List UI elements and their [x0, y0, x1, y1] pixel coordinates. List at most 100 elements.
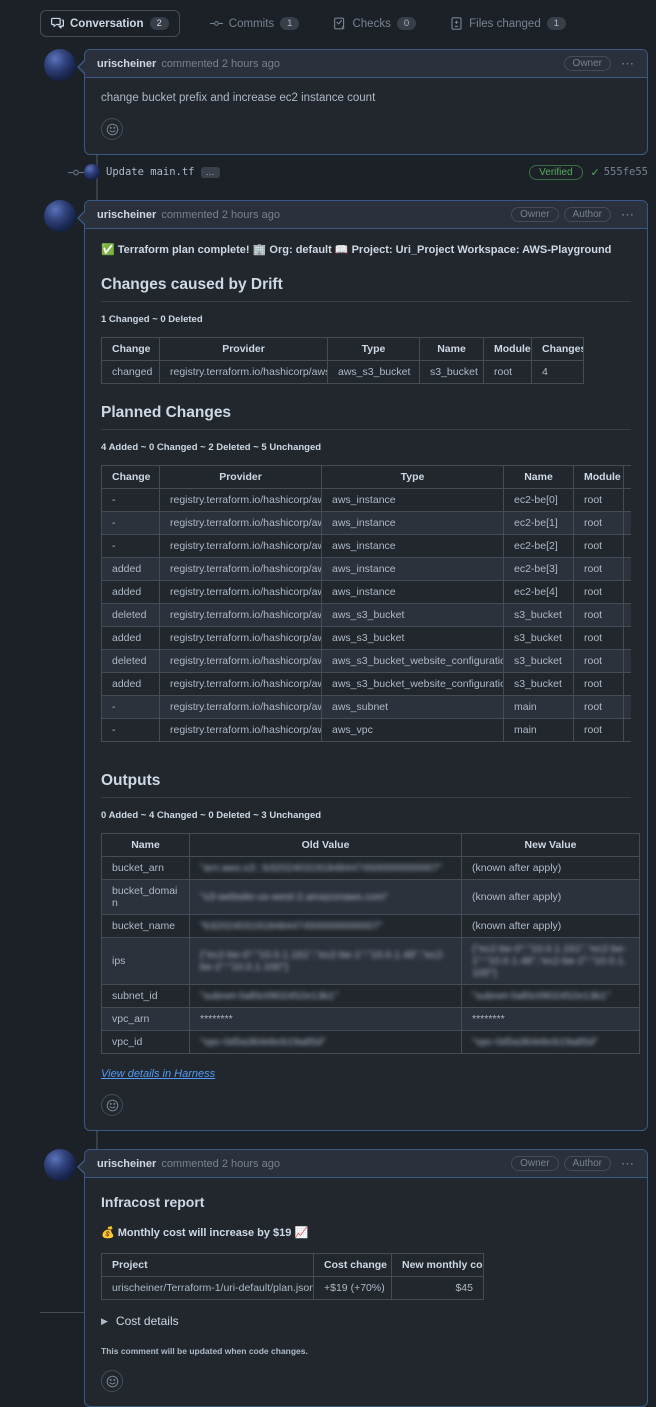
commit-icon [210, 17, 223, 30]
output-value-cell: ******** [462, 1008, 640, 1031]
table-row: addedregistry.terraform.io/hashicorp/aws… [102, 581, 632, 604]
table-cell: $45 [392, 1277, 484, 1300]
output-value-cell: (known after apply) [462, 880, 640, 915]
avatar[interactable] [44, 1149, 76, 1181]
table-row: addedregistry.terraform.io/hashicorp/aws… [102, 558, 632, 581]
table-cell: root [574, 558, 624, 581]
table-cell: registry.terraform.io/hashicorp/aws [160, 512, 322, 535]
output-value-cell: ******** [190, 1008, 462, 1031]
avatar[interactable] [44, 200, 76, 232]
table-cell: ec2-be[4] [504, 581, 574, 604]
cost-details-toggle[interactable]: ▶ Cost details [101, 1314, 631, 1328]
kebab-menu-icon[interactable]: ⋯ [621, 1160, 635, 1168]
redacted-value: "s3-website-us-west-2.amazonaws.com" [200, 891, 388, 903]
output-value-cell: "vpc-0d5a364ebcb19a85d" [462, 1031, 640, 1054]
table-cell: aws_vpc [322, 719, 504, 742]
output-row: ips{"ec2-be-0":"10.0.1.161","ec2-be-1":"… [102, 938, 640, 985]
output-name-cell: ips [102, 938, 190, 985]
output-name-cell: subnet_id [102, 985, 190, 1008]
add-reaction-button[interactable] [101, 1370, 123, 1392]
table-cell: registry.terraform.io/hashicorp/aws [160, 604, 322, 627]
table-cell: s3_bucket [504, 604, 574, 627]
table-cell: root [574, 512, 624, 535]
drift-table: ChangeProviderTypeNameModuleChangeschang… [101, 337, 584, 384]
output-value-cell: {"ec2-be-0":"10.0.1.161","ec2-be-1":"10.… [190, 938, 462, 985]
comment-2: urischeiner commented 2 hours ago Owner … [84, 200, 648, 1131]
pr-tab-bar: Conversation 2 Commits 1 Checks 0 Files … [40, 10, 656, 37]
table-row: addedregistry.terraform.io/hashicorp/aws… [102, 627, 632, 650]
output-value-cell: "subnet-0af0c0902452e13b1" [462, 985, 640, 1008]
table-cell: 5 [624, 581, 632, 604]
tab-conversation-label: Conversation [70, 18, 144, 30]
table-cell: added [102, 627, 160, 650]
output-name-cell: bucket_domain [102, 880, 190, 915]
table-cell: ec2-be[0] [504, 489, 574, 512]
comment-header: urischeiner commented 2 hours ago Owner … [85, 50, 647, 78]
tab-files-changed-count: 1 [547, 17, 566, 30]
owner-badge: Owner [511, 207, 558, 222]
table-cell: root [574, 719, 624, 742]
table-row: addedregistry.terraform.io/hashicorp/aws… [102, 673, 632, 696]
table-cell: s3_bucket [420, 361, 484, 384]
table-cell: 2 [624, 627, 632, 650]
output-value-cell: "vpc-0d5a364ebcb19a85d" [190, 1031, 462, 1054]
tab-commits[interactable]: Commits 1 [206, 11, 304, 36]
output-value-cell: (known after apply) [462, 857, 640, 880]
table-row: -registry.terraform.io/hashicorp/awsaws_… [102, 535, 632, 558]
tab-checks-count: 0 [397, 17, 416, 30]
column-header: Type [328, 338, 420, 361]
table-cell: 0 [624, 719, 632, 742]
author-badge: Author [564, 1156, 611, 1171]
chart-increasing-emoji: 📈 [294, 1227, 308, 1239]
verified-badge[interactable]: Verified [529, 165, 582, 180]
commit-row: Update main.tf … Verified ✓ 555fe55 [84, 164, 648, 180]
output-value-cell: (known after apply) [462, 915, 640, 938]
avatar[interactable] [44, 49, 76, 81]
table-cell: aws_subnet [322, 696, 504, 719]
comment-timestamp: commented 2 hours ago [161, 58, 280, 70]
output-name-cell: vpc_id [102, 1031, 190, 1054]
table-cell: registry.terraform.io/hashicorp/aws [160, 489, 322, 512]
output-name-cell: bucket_arn [102, 857, 190, 880]
table-cell: added [102, 673, 160, 696]
tab-checks[interactable]: Checks 0 [329, 11, 420, 36]
tab-files-changed[interactable]: Files changed 1 [446, 11, 570, 36]
commit-expander-button[interactable]: … [201, 167, 220, 178]
table-cell: s3_bucket [504, 673, 574, 696]
add-reaction-button[interactable] [101, 118, 123, 140]
infracost-report-heading: Infracost report [101, 1194, 631, 1210]
org-emoji: 🏢 [253, 244, 267, 256]
checklist-icon [333, 17, 346, 30]
check-mark-emoji: ✅ [101, 244, 115, 256]
column-header: Project [102, 1254, 314, 1277]
kebab-menu-icon[interactable]: ⋯ [621, 211, 635, 219]
comment-header: urischeiner commented 2 hours ago Owner … [85, 1150, 647, 1178]
comment-author[interactable]: urischeiner [97, 58, 156, 70]
table-cell: registry.terraform.io/hashicorp/aws [160, 627, 322, 650]
smiley-icon [106, 1375, 119, 1388]
output-row: bucket_arn"arn:aws:s3:::b320240319184844… [102, 857, 640, 880]
smiley-icon [106, 1099, 119, 1112]
table-cell: ec2-be[1] [504, 512, 574, 535]
table-cell: aws_s3_bucket [328, 361, 420, 384]
redacted-value: "b32024031918484474500000000007" [200, 920, 383, 932]
commit-message-link[interactable]: Update main.tf [106, 166, 195, 178]
comment-author[interactable]: urischeiner [97, 1158, 156, 1170]
column-header: Changes [624, 466, 632, 489]
kebab-menu-icon[interactable]: ⋯ [621, 60, 635, 68]
tab-conversation[interactable]: Conversation 2 [40, 10, 180, 37]
comment-author[interactable]: urischeiner [97, 209, 156, 221]
outputs-summary: 0 Added ~ 4 Changed ~ 0 Deleted ~ 3 Unch… [101, 810, 631, 821]
table-cell: aws_s3_bucket_website_configuration [322, 650, 504, 673]
commit-avatar[interactable] [84, 164, 100, 180]
column-header: Module [484, 338, 532, 361]
table-cell: registry.terraform.io/hashicorp/aws [160, 558, 322, 581]
column-header: Type [322, 466, 504, 489]
terraform-plan-status-line: ✅ Terraform plan complete! 🏢 Org: defaul… [101, 243, 631, 256]
table-cell: s3_bucket [504, 650, 574, 673]
add-reaction-button[interactable] [101, 1094, 123, 1116]
table-cell: deleted [102, 650, 160, 673]
output-value-cell: "s3-website-us-west-2.amazonaws.com" [190, 880, 462, 915]
view-details-harness-link[interactable]: View details in Harness [101, 1068, 215, 1080]
commit-sha-link[interactable]: 555fe55 [604, 166, 648, 178]
